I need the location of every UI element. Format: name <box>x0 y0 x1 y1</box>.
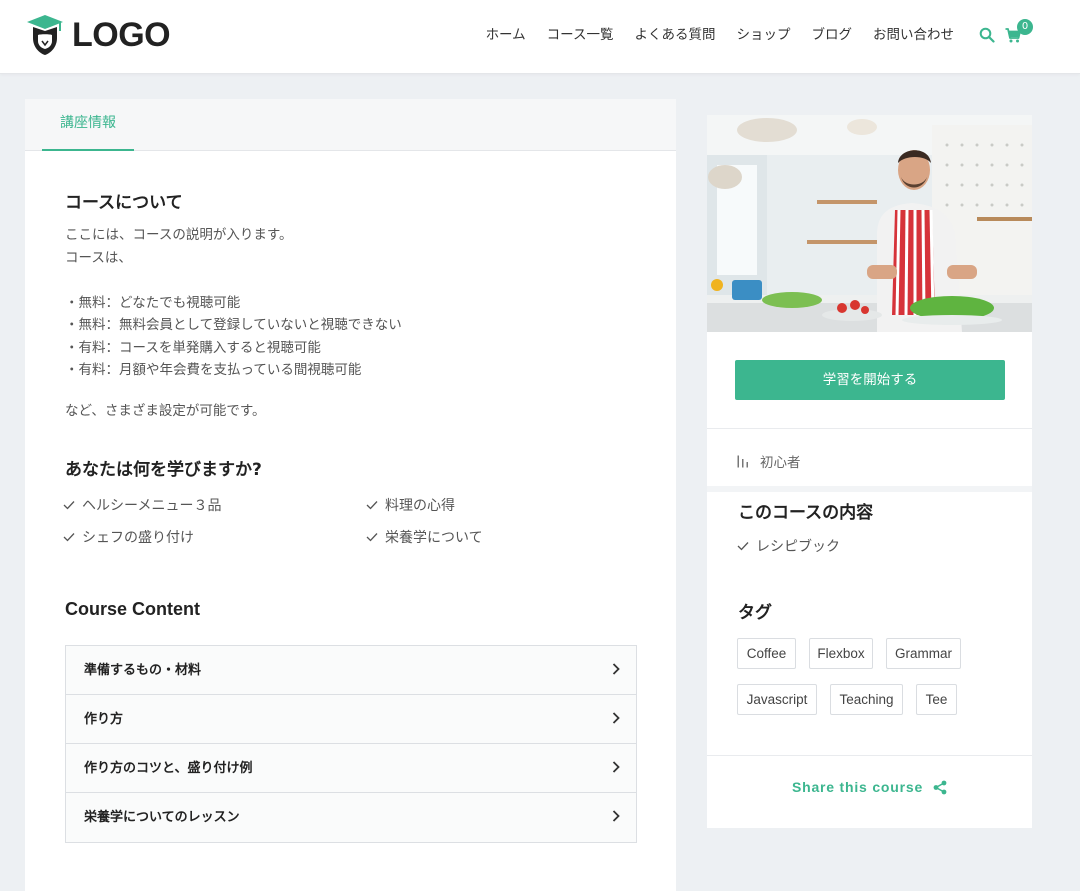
description-line: コースは、 <box>65 249 132 266</box>
course-content-heading: Course Content <box>65 599 200 619</box>
tab-course-info[interactable]: 講座情報 <box>42 99 134 151</box>
logo-text: LOGO <box>72 16 171 54</box>
learn-item-label: 料理の心得 <box>385 498 455 514</box>
chevron-right-icon <box>612 761 620 773</box>
chevron-right-icon <box>612 810 620 822</box>
course-includes-heading: このコースの内容 <box>738 503 874 523</box>
description-line: ・無料：無料会員として登録していないと視聴できない <box>65 317 402 333</box>
description-line: ・有料：月額や年会費を支払っている間視聴可能 <box>65 362 362 378</box>
chevron-right-icon <box>612 712 620 724</box>
share-icon <box>933 780 947 794</box>
chevron-right-icon <box>612 663 620 675</box>
search-icon[interactable] <box>979 27 995 43</box>
share-course-link[interactable]: Share this course <box>707 779 1032 795</box>
logo[interactable]: LOGO <box>26 14 171 56</box>
tag-tee[interactable]: Tee <box>916 684 957 715</box>
tag-grammar[interactable]: Grammar <box>886 638 961 669</box>
check-icon <box>63 501 75 510</box>
level-label: 初心者 <box>760 455 801 471</box>
description-line: ここには、コースの説明が入ります。 <box>65 227 293 243</box>
site-header: LOGO ホーム コース一覧 よくある質問 ショップ ブログ お問い合わせ 0 <box>0 0 1080 74</box>
check-icon <box>366 501 378 510</box>
cart-count-badge: 0 <box>1017 19 1033 35</box>
chef-cooking-image <box>707 115 1032 332</box>
learn-item: 栄養学について <box>366 527 483 547</box>
course-sections-accordion: 準備するもの・材料 作り方 作り方のコツと、盛り付け例 栄養学についてのレッスン <box>65 645 637 843</box>
main-nav: ホーム コース一覧 よくある質問 ショップ ブログ お問い合わせ <box>465 24 954 46</box>
description-end: など、さまざま設定が可能です。 <box>65 403 266 419</box>
learn-item: 料理の心得 <box>366 495 455 515</box>
learn-item: ヘルシーメニュー３品 <box>63 495 221 515</box>
section-row[interactable]: 作り方のコツと、盛り付け例 <box>66 744 636 793</box>
check-icon <box>63 533 75 542</box>
start-learning-button[interactable]: 学習を開始する <box>735 360 1005 400</box>
tags-heading: タグ <box>738 603 772 623</box>
learn-item-label: ヘルシーメニュー３品 <box>82 498 222 514</box>
nav-item-blog[interactable]: ブログ <box>812 24 853 46</box>
section-title: 準備するもの・材料 <box>84 663 202 678</box>
nav-item-contact[interactable]: お問い合わせ <box>873 24 954 46</box>
what-you-learn-heading: あなたは何を学びますか? <box>65 460 262 480</box>
section-title: 作り方 <box>84 712 124 727</box>
section-title: 作り方のコツと、盛り付け例 <box>84 761 253 776</box>
description-line: ・無料：どなたでも視聴可能 <box>65 294 241 311</box>
check-icon <box>366 533 378 542</box>
graduation-cap-logo-icon <box>27 15 63 55</box>
section-row[interactable]: 栄養学についてのレッスン <box>66 793 636 842</box>
nav-item-home[interactable]: ホーム <box>486 24 526 46</box>
description-line: ・有料：コースを単発購入すると視聴可能 <box>65 339 321 356</box>
learn-item: シェフの盛り付け <box>63 527 194 547</box>
section-row[interactable]: 作り方 <box>66 695 636 744</box>
tag-flexbox[interactable]: Flexbox <box>809 638 873 669</box>
nav-item-shop[interactable]: ショップ <box>737 24 791 46</box>
course-thumbnail <box>707 115 1032 332</box>
course-sidebar: 学習を開始する 初心者 このコースの内容 レシピブック タグ Coffee Fl… <box>707 115 1032 828</box>
course-include-item: レシピブック <box>737 536 840 556</box>
share-label: Share this course <box>791 779 924 795</box>
about-course-heading: コースについて <box>65 193 183 213</box>
learn-item-label: シェフの盛り付け <box>82 530 194 546</box>
level-bars-icon <box>737 455 748 467</box>
description-line <box>65 269 402 292</box>
include-item-label: レシピブック <box>756 539 840 555</box>
section-row[interactable]: 準備するもの・材料 <box>66 646 636 695</box>
course-description: ここには、コースの説明が入ります。 コースは、 ・無料：どなたでも視聴可能 ・無… <box>65 224 402 382</box>
course-info-panel: 講座情報 コースについて ここには、コースの説明が入ります。 コースは、 ・無料… <box>25 99 676 891</box>
course-level: 初心者 <box>737 451 801 471</box>
tag-javascript[interactable]: Javascript <box>737 684 817 715</box>
tag-coffee[interactable]: Coffee <box>737 638 796 669</box>
section-title: 栄養学についてのレッスン <box>84 810 240 825</box>
tab-bar: 講座情報 <box>25 99 676 151</box>
learn-item-label: 栄養学について <box>385 530 483 546</box>
nav-item-courses[interactable]: コース一覧 <box>547 24 614 46</box>
check-icon <box>737 542 749 551</box>
nav-item-faq[interactable]: よくある質問 <box>635 24 716 46</box>
tag-teaching[interactable]: Teaching <box>830 684 903 715</box>
divider <box>707 428 1032 429</box>
divider <box>707 486 1032 492</box>
divider <box>707 755 1032 756</box>
